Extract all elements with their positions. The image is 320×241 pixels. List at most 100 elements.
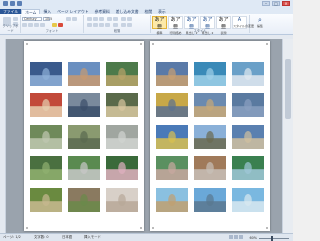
photo-thumbnail[interactable] [106,188,138,212]
document-page-2[interactable] [150,41,270,231]
numbering-icon[interactable] [93,17,98,21]
shading-icon[interactable] [121,23,126,27]
photo-thumbnail[interactable] [194,93,226,117]
bullets-icon[interactable] [87,17,92,21]
shrink-font-icon[interactable] [72,17,77,21]
photo-thumbnail[interactable] [232,188,264,212]
save-icon[interactable] [3,1,8,6]
align-left-icon[interactable] [87,23,92,27]
align-right-icon[interactable] [99,23,104,27]
photo-thumbnail[interactable] [232,62,264,86]
photo-thumbnail[interactable] [68,93,100,117]
increase-indent-icon[interactable] [113,17,118,21]
highlight-icon[interactable] [52,23,57,27]
photo-thumbnail[interactable] [68,188,100,212]
italic-icon[interactable] [28,23,33,27]
page-corner-mark [266,43,268,45]
photo-grid-page-1 [26,43,142,229]
view-buttons [229,235,243,239]
style-title[interactable]: あア亜 表題 [216,16,231,35]
vertical-scrollbar[interactable] [282,39,293,233]
photo-grid-page-2 [152,43,268,229]
minimize-button[interactable]: – [262,1,270,6]
zoom-slider[interactable] [259,235,289,241]
photo-thumbnail[interactable] [194,62,226,86]
photo-thumbnail[interactable] [194,156,226,180]
photo-thumbnail[interactable] [106,156,138,180]
photo-thumbnail[interactable] [156,156,188,180]
photo-thumbnail[interactable] [68,125,100,149]
underline-icon[interactable] [34,23,39,27]
photo-subject [168,131,176,143]
style-heading-2[interactable]: あア亜 見出し 2 [200,16,215,35]
font-label: フォント [45,29,59,33]
photo-subject [118,131,126,143]
page-corner-mark [26,227,28,229]
borders-icon[interactable] [127,23,132,27]
photo-thumbnail[interactable] [30,62,62,86]
zoom-level[interactable]: 60% [249,235,257,241]
bold-icon[interactable] [22,23,27,27]
align-center-icon[interactable] [93,23,98,27]
photo-subject [42,194,50,206]
undo-icon[interactable] [10,1,15,6]
photo-thumbnail[interactable] [30,125,62,149]
font-size-select[interactable]: 10.5 [43,17,52,21]
show-marks-icon[interactable] [127,17,132,21]
photo-thumbnail[interactable] [68,62,100,86]
photo-subject [42,131,50,143]
change-styles-button[interactable]: A スタイルの変更 [232,16,254,29]
photo-thumbnail[interactable] [106,125,138,149]
photo-thumbnail[interactable] [30,156,62,180]
photo-thumbnail[interactable] [232,156,264,180]
photo-subject [42,68,50,80]
ribbon: クリップボード フォント Century 10.5 段落 スタイル あア亜 標準… [0,14,293,35]
photo-thumbnail[interactable] [106,62,138,86]
cut-icon[interactable] [13,17,18,21]
font-name-select[interactable]: Century [22,17,42,21]
print-layout-icon[interactable] [229,235,233,239]
sort-icon[interactable] [121,17,126,21]
line-spacing-icon[interactable] [113,23,118,27]
language-indicator[interactable]: 日本語 [62,234,72,240]
style-heading-1[interactable]: あア亜 見出し 1 [184,16,199,35]
title-bar: – □ × [0,0,293,8]
close-button[interactable]: × [282,1,290,6]
editing-button[interactable]: ⌕ 編集 [251,16,269,30]
insert-mode[interactable]: 挿入モード [84,234,101,240]
photo-subject [206,131,214,143]
justify-icon[interactable] [105,23,110,27]
photo-subject [244,162,252,174]
decrease-indent-icon[interactable] [107,17,112,21]
grow-font-icon[interactable] [66,17,71,21]
word-count[interactable]: 文字数: 0 [34,234,49,240]
find-icon: ⌕ [258,16,262,24]
photo-thumbnail[interactable] [106,93,138,117]
photo-thumbnail[interactable] [194,125,226,149]
maximize-button[interactable]: □ [272,1,280,6]
photo-thumbnail[interactable] [232,93,264,117]
photo-thumbnail[interactable] [156,188,188,212]
photo-subject [206,99,214,111]
font-color-icon[interactable] [58,23,63,27]
document-page-1[interactable] [24,41,144,231]
photo-thumbnail[interactable] [156,62,188,86]
strikethrough-icon[interactable] [40,23,45,27]
scrollbar-thumb[interactable] [285,59,291,119]
photo-thumbnail[interactable] [156,93,188,117]
photo-thumbnail[interactable] [156,125,188,149]
photo-thumbnail[interactable] [68,156,100,180]
photo-subject [42,162,50,174]
photo-thumbnail[interactable] [30,188,62,212]
style-normal[interactable]: あア亜 標準 [152,16,167,35]
redo-icon[interactable] [17,1,22,6]
web-layout-icon[interactable] [239,235,243,239]
photo-thumbnail[interactable] [30,93,62,117]
style-no-spacing[interactable]: あア亜 行間詰め [168,16,183,35]
photo-thumbnail[interactable] [232,125,264,149]
photo-subject [80,131,88,143]
page-count[interactable]: ページ: 1/2 [3,234,21,240]
photo-thumbnail[interactable] [194,188,226,212]
reading-view-icon[interactable] [234,235,238,239]
multilevel-list-icon[interactable] [99,17,104,21]
